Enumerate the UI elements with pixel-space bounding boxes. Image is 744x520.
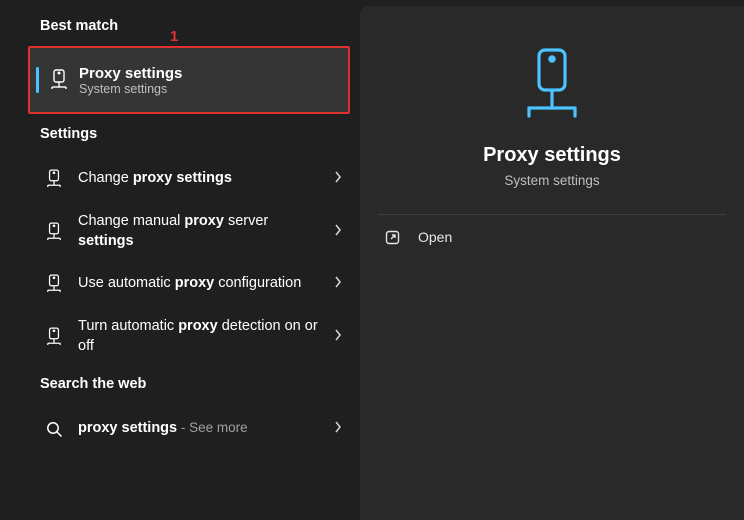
preview-title: Proxy settings <box>360 144 744 167</box>
open-external-icon <box>380 230 404 245</box>
chevron-right-icon <box>334 328 342 346</box>
settings-result-label: Turn automatic proxy detection on or off <box>78 317 324 356</box>
settings-result-label: Change manual proxy server settings <box>78 212 324 251</box>
best-match-sub: System settings <box>79 82 182 96</box>
proxy-icon <box>40 327 68 347</box>
preview-panel: Proxy settings System settings Open <box>360 6 744 520</box>
section-header-best-match: Best match <box>0 0 360 46</box>
best-match-result[interactable]: 1 Proxy settings System settings <box>28 46 350 114</box>
proxy-icon <box>40 169 68 189</box>
chevron-right-icon <box>334 170 342 188</box>
chevron-right-icon <box>334 275 342 293</box>
preview-subtitle: System settings <box>360 173 744 188</box>
best-match-label: Proxy settings <box>79 65 182 82</box>
chevron-right-icon <box>334 420 342 438</box>
search-icon <box>40 421 68 438</box>
selection-accent <box>36 67 39 93</box>
settings-result-3[interactable]: Turn automatic proxy detection on or off <box>0 309 360 364</box>
web-result-0[interactable]: proxy settings - See more <box>0 404 360 454</box>
web-result-label: proxy settings - See more <box>78 419 324 439</box>
settings-result-2[interactable]: Use automatic proxy configuration <box>0 259 360 309</box>
settings-result-label: Change proxy settings <box>78 169 324 189</box>
preview-hero: Proxy settings System settings <box>360 46 744 214</box>
action-open[interactable]: Open <box>360 215 744 259</box>
best-match-text: Proxy settings System settings <box>79 65 182 96</box>
proxy-icon <box>40 274 68 294</box>
annotation-marker: 1 <box>170 28 178 45</box>
proxy-icon-large <box>360 46 744 124</box>
section-header-settings: Settings <box>0 114 360 154</box>
search-results-panel: Best match 1 Proxy settings System setti… <box>0 0 360 520</box>
chevron-right-icon <box>334 223 342 241</box>
settings-result-label: Use automatic proxy configuration <box>78 274 324 294</box>
proxy-icon <box>47 69 71 91</box>
proxy-icon <box>40 222 68 242</box>
section-header-web: Search the web <box>0 364 360 404</box>
settings-result-0[interactable]: Change proxy settings <box>0 154 360 204</box>
action-open-label: Open <box>418 229 452 245</box>
settings-result-1[interactable]: Change manual proxy server settings <box>0 204 360 259</box>
